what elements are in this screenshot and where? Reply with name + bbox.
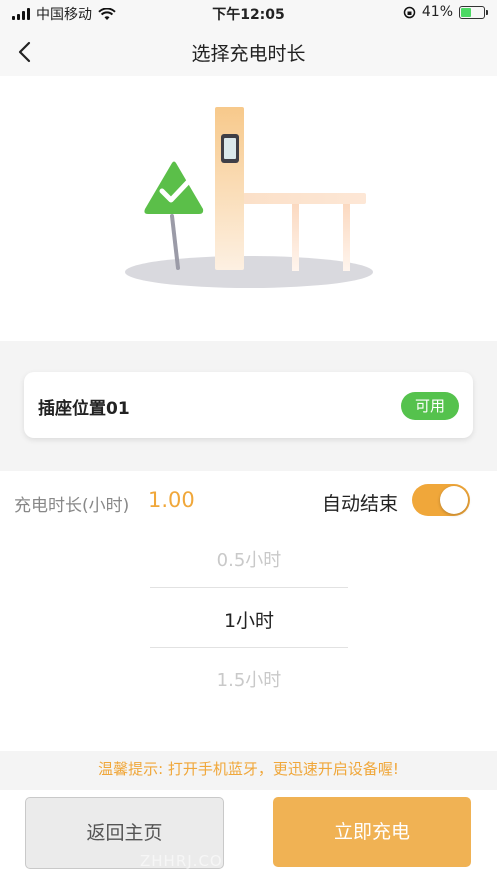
status-bar: 中国移动 下午12:05 41%	[0, 0, 497, 26]
picker-divider-top	[150, 587, 348, 588]
duration-value: 1.00	[148, 488, 195, 512]
orientation-lock-icon	[403, 6, 416, 18]
auto-end-label: 自动结束	[322, 493, 399, 515]
toggle-knob	[440, 486, 468, 514]
socket-name: 插座位置01	[38, 399, 130, 419]
picker-divider-bottom	[150, 647, 348, 648]
picker-option-0-5h[interactable]: 0.5小时	[150, 546, 348, 572]
duration-label: 充电时长(小时)	[14, 496, 130, 516]
auto-end-toggle[interactable]	[412, 484, 470, 516]
watermark: ZHHRJ.COM	[140, 852, 237, 870]
picker-option-1h-selected[interactable]: 1小时	[150, 606, 348, 633]
footer-bar: 返回主页 立即充电	[0, 790, 497, 883]
hero-illustration-panel	[0, 76, 497, 341]
page-title: 选择充电时长	[191, 43, 306, 65]
battery-percent: 41%	[421, 4, 453, 20]
picker-option-1-5h[interactable]: 1.5小时	[150, 666, 348, 692]
socket-card[interactable]: 插座位置01 可用	[24, 372, 473, 438]
tip-text: 温馨提示: 打开手机蓝牙，更迅速开启设备喔!	[98, 760, 399, 778]
charging-station-illustration	[125, 107, 373, 288]
nav-bar: 选择充电时长	[0, 26, 497, 76]
status-badge: 可用	[401, 392, 459, 420]
duration-panel: 充电时长(小时) 1.00 自动结束 0.5小时 1小时 1.5小时	[0, 471, 497, 751]
status-right: 41%	[403, 4, 488, 20]
duration-picker[interactable]: 0.5小时 1小时 1.5小时	[150, 529, 348, 709]
start-charging-button[interactable]: 立即充电	[273, 797, 471, 867]
battery-icon	[459, 5, 488, 19]
